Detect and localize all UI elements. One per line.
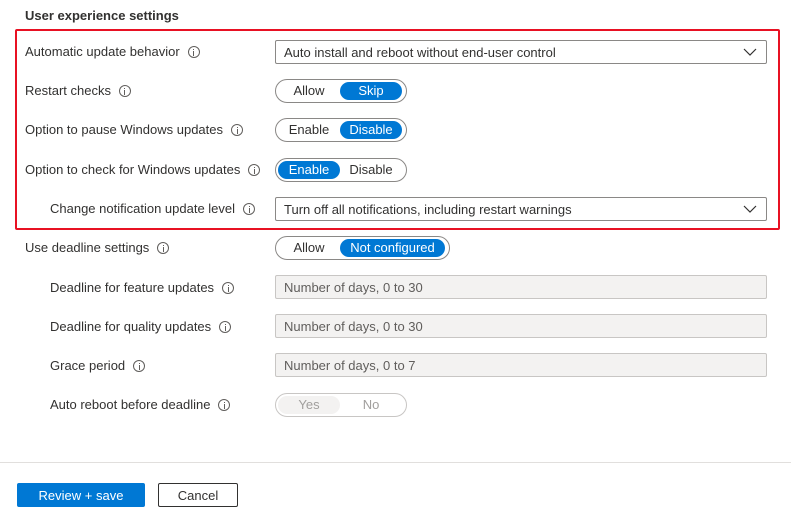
info-icon[interactable]	[222, 281, 235, 294]
pause-updates-toggle[interactable]: Enable Disable	[275, 118, 407, 142]
restart-checks-option-allow[interactable]: Allow	[278, 82, 340, 100]
auto-reboot-toggle[interactable]: Yes No	[275, 393, 407, 417]
deadline-settings-label: Use deadline settings	[25, 240, 150, 255]
chevron-down-icon	[743, 46, 757, 58]
deadline-feature-input[interactable]: Number of days, 0 to 30	[275, 275, 767, 299]
deadline-quality-placeholder: Number of days, 0 to 30	[284, 318, 423, 334]
check-updates-option-disable[interactable]: Disable	[340, 161, 402, 179]
info-icon[interactable]	[133, 359, 146, 372]
restart-checks-option-skip[interactable]: Skip	[340, 82, 402, 100]
info-icon[interactable]	[118, 84, 131, 97]
row-pause-updates: Option to pause Windows updates Enable D…	[0, 116, 791, 144]
row-auto-update-behavior: Automatic update behavior Auto install a…	[0, 38, 791, 66]
auto-reboot-option-yes[interactable]: Yes	[278, 396, 340, 414]
info-icon[interactable]	[157, 241, 170, 254]
footer-divider	[0, 462, 791, 463]
deadline-settings-option-not-configured[interactable]: Not configured	[340, 239, 445, 257]
deadline-feature-placeholder: Number of days, 0 to 30	[284, 279, 423, 295]
check-updates-toggle[interactable]: Enable Disable	[275, 158, 407, 182]
pause-updates-option-disable[interactable]: Disable	[340, 121, 402, 139]
info-icon[interactable]	[243, 202, 256, 215]
auto-update-behavior-value: Auto install and reboot without end-user…	[284, 44, 556, 60]
row-deadline-quality: Deadline for quality updates Number of d…	[0, 313, 791, 341]
info-icon[interactable]	[187, 45, 200, 58]
row-auto-reboot: Auto reboot before deadline Yes No	[0, 391, 791, 419]
info-icon[interactable]	[219, 320, 232, 333]
review-save-button[interactable]: Review + save	[17, 483, 145, 507]
row-notification-level: Change notification update level Turn of…	[0, 195, 791, 223]
row-restart-checks: Restart checks Allow Skip	[0, 77, 791, 105]
check-updates-option-enable[interactable]: Enable	[278, 161, 340, 179]
pause-updates-option-enable[interactable]: Enable	[278, 121, 340, 139]
deadline-quality-label: Deadline for quality updates	[50, 319, 212, 334]
info-icon[interactable]	[231, 123, 244, 136]
deadline-quality-input[interactable]: Number of days, 0 to 30	[275, 314, 767, 338]
notification-level-value: Turn off all notifications, including re…	[284, 201, 572, 217]
row-grace-period: Grace period Number of days, 0 to 7	[0, 352, 791, 380]
deadline-settings-option-allow[interactable]: Allow	[278, 239, 340, 257]
section-title: User experience settings	[25, 8, 179, 23]
auto-update-behavior-label: Automatic update behavior	[25, 44, 180, 59]
deadline-feature-label: Deadline for feature updates	[50, 280, 215, 295]
notification-level-label: Change notification update level	[50, 201, 236, 216]
auto-reboot-label: Auto reboot before deadline	[50, 397, 211, 412]
info-icon[interactable]	[218, 398, 231, 411]
notification-level-dropdown[interactable]: Turn off all notifications, including re…	[275, 197, 767, 221]
info-icon[interactable]	[248, 163, 261, 176]
restart-checks-toggle[interactable]: Allow Skip	[275, 79, 407, 103]
cancel-button[interactable]: Cancel	[158, 483, 238, 507]
row-deadline-settings: Use deadline settings Allow Not configur…	[0, 234, 791, 262]
auto-reboot-option-no[interactable]: No	[340, 396, 402, 414]
grace-period-label: Grace period	[50, 358, 126, 373]
row-check-updates: Option to check for Windows updates Enab…	[0, 156, 791, 184]
row-deadline-feature: Deadline for feature updates Number of d…	[0, 274, 791, 302]
chevron-down-icon	[743, 203, 757, 215]
pause-updates-label: Option to pause Windows updates	[25, 122, 224, 137]
auto-update-behavior-dropdown[interactable]: Auto install and reboot without end-user…	[275, 40, 767, 64]
restart-checks-label: Restart checks	[25, 83, 111, 98]
deadline-settings-toggle[interactable]: Allow Not configured	[275, 236, 450, 260]
grace-period-placeholder: Number of days, 0 to 7	[284, 357, 416, 373]
grace-period-input[interactable]: Number of days, 0 to 7	[275, 353, 767, 377]
check-updates-label: Option to check for Windows updates	[25, 162, 241, 177]
